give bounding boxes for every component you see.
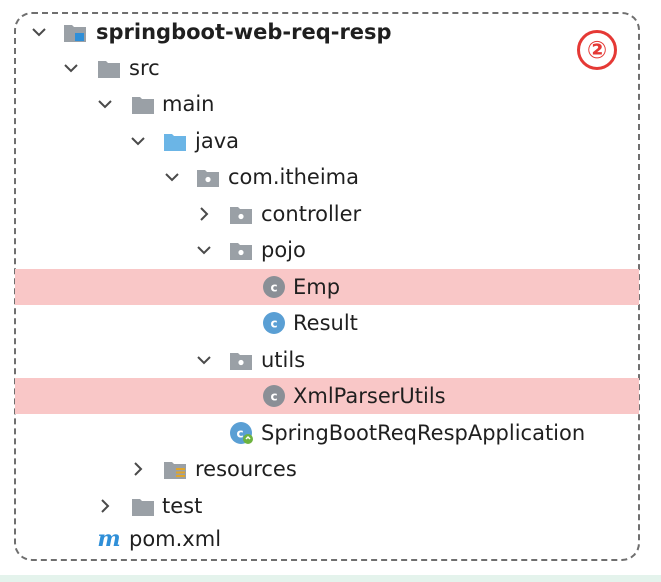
bottom-edge: [0, 575, 661, 582]
chevron-right-icon[interactable]: [196, 206, 212, 222]
chevron-down-icon[interactable]: [164, 169, 180, 185]
spring-boot-class-icon: c: [230, 422, 253, 444]
tree-item-pojo[interactable]: pojo: [0, 232, 661, 268]
source-folder-icon: [164, 134, 186, 151]
tree-item-springboot-web-req-resp[interactable]: springboot-web-req-resp: [0, 14, 661, 50]
tree-item-label: Emp: [293, 275, 341, 299]
tree-item-pom-xml[interactable]: m pom.xml: [0, 521, 661, 557]
chevron-right-icon[interactable]: [97, 498, 113, 514]
tree-item-xmlparserutils[interactable]: c XmlParserUtils: [15, 378, 639, 414]
chevron-down-icon[interactable]: [196, 242, 212, 258]
tree-item-label: pom.xml: [129, 527, 222, 551]
tree-item-springbootreqrespapplication[interactable]: c SpringBootReqRespApplication: [0, 415, 661, 451]
maven-icon: m: [97, 526, 120, 550]
svg-text:c: c: [270, 317, 277, 331]
class-icon: c: [263, 276, 285, 298]
tree-item-java[interactable]: java: [0, 123, 661, 159]
svg-text:m: m: [97, 526, 120, 550]
tree-item-label: Result: [293, 311, 358, 335]
tree-item-resources[interactable]: resources: [0, 451, 661, 487]
tree-item-test[interactable]: test: [0, 488, 661, 524]
tree-item-src[interactable]: src: [0, 50, 661, 86]
tree-item-label: pojo: [261, 238, 306, 262]
tree-item-label: resources: [195, 457, 297, 481]
folder-icon: [98, 61, 120, 78]
tree-item-label: utils: [261, 348, 306, 372]
module-folder-icon: [64, 25, 86, 42]
chevron-down-icon[interactable]: [31, 24, 47, 40]
tree-item-com-itheima[interactable]: com.itheima: [0, 159, 661, 195]
chevron-down-icon[interactable]: [130, 133, 146, 149]
folder-icon: [132, 97, 154, 114]
package-icon: [230, 353, 252, 370]
tree-item-controller[interactable]: controller: [0, 196, 661, 232]
svg-text:c: c: [236, 427, 243, 441]
tree-item-label: springboot-web-req-resp: [96, 20, 392, 44]
tree-item-result[interactable]: c Result: [0, 305, 661, 341]
folder-icon: [132, 499, 154, 516]
package-icon: [230, 207, 252, 224]
svg-text:c: c: [270, 390, 277, 404]
svg-text:c: c: [270, 281, 277, 295]
tree-item-main[interactable]: main: [0, 86, 661, 122]
tree-item-label: controller: [261, 202, 362, 226]
class-icon: c: [263, 385, 285, 407]
tree-item-label: XmlParserUtils: [293, 384, 446, 408]
tree-item-label: com.itheima: [228, 165, 359, 189]
tree-item-emp[interactable]: c Emp: [15, 269, 639, 305]
tree-item-label: src: [129, 56, 160, 80]
package-icon: [230, 243, 252, 260]
chevron-right-icon[interactable]: [130, 461, 146, 477]
class-icon: c: [263, 312, 285, 334]
chevron-down-icon[interactable]: [97, 96, 113, 112]
tree-item-label: test: [162, 494, 203, 518]
package-icon: [197, 170, 219, 187]
resources-folder-icon: [164, 462, 186, 479]
tree-item-label: java: [195, 129, 239, 153]
tree-item-label: SpringBootReqRespApplication: [261, 421, 586, 445]
chevron-down-icon[interactable]: [63, 60, 79, 76]
tree-item-label: main: [162, 92, 215, 116]
chevron-down-icon[interactable]: [196, 352, 212, 368]
tree-item-utils[interactable]: utils: [0, 342, 661, 378]
